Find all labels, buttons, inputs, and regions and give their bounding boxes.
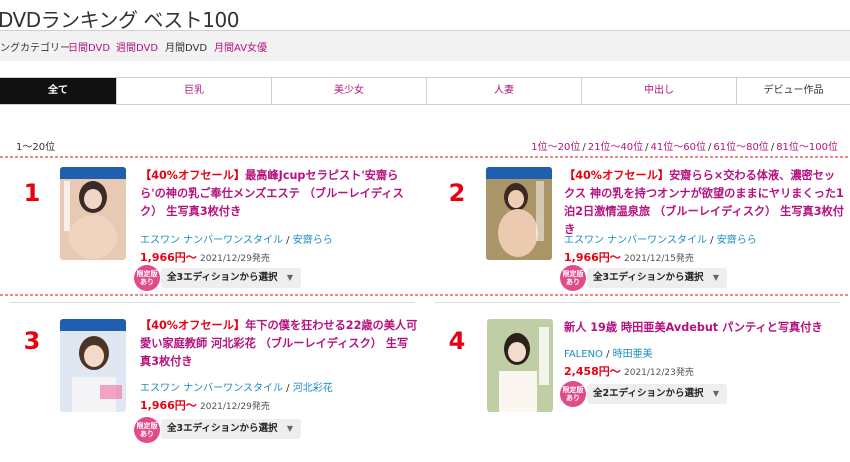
sale-label: 【40%オフセール】	[140, 169, 246, 182]
maker-line: エスワン ナンバーワンスタイル / 安齋らら	[140, 235, 333, 246]
chevron-down-icon: ▼	[712, 273, 719, 282]
cover-image[interactable]	[60, 167, 126, 260]
maker-line: エスワン ナンバーワンスタイル / 安齋らら	[564, 235, 757, 246]
item-title[interactable]: 【40%オフセール】最高峰Jcupセラピスト'安齋らら'の神の乳ご奉仕メンズエス…	[140, 167, 418, 221]
rank-number: 3	[23, 327, 41, 355]
edition-select-label: 全3エディションから選択	[167, 272, 278, 283]
limited-edition-badge: 限定版 あり	[560, 265, 586, 291]
edition-select[interactable]: 全2エディションから選択 ▼	[587, 384, 727, 404]
sale-label: 【40%オフセール】	[564, 169, 670, 182]
cover-image[interactable]	[487, 319, 553, 412]
chevron-down-icon: ▼	[712, 389, 719, 398]
tab-debut[interactable]: デビュー作品	[736, 78, 850, 104]
maker-link[interactable]: エスワン ナンバーワンスタイル	[140, 235, 283, 246]
edition-select-label: 全3エディションから選択	[167, 423, 278, 434]
chevron-down-icon: ▼	[286, 424, 293, 433]
ranking-item: 2 【40%オフセール】安齋らら×交わる体液、濃密セックス 神の乳を持つオンナが…	[425, 167, 845, 312]
page-link-41-60[interactable]: 41位～60位	[651, 142, 706, 153]
tab-big-breasts[interactable]: 巨乳	[116, 78, 271, 104]
price: 1,966円～	[140, 251, 197, 264]
page-link-61-80[interactable]: 61位～80位	[713, 142, 768, 153]
edition-select-label: 全2エディションから選択	[593, 388, 704, 399]
tab-creampie[interactable]: 中出し	[581, 78, 736, 104]
maker-line: FALENO / 時田亜美	[564, 349, 653, 360]
page-link-21-40[interactable]: 21位～40位	[588, 142, 643, 153]
actress-link[interactable]: 安齋らら	[293, 235, 333, 246]
maker-line: エスワン ナンバーワンスタイル / 河北彩花	[140, 383, 333, 394]
rank-number: 1	[23, 179, 41, 207]
edition-select[interactable]: 全3エディションから選択 ▼	[587, 268, 727, 288]
ranking-item: 4 新人 19歳 時田亜美Avdebut パンティと写真付き FALENO / …	[425, 317, 845, 462]
release-date: 2021/12/23発売	[624, 368, 694, 378]
limited-edition-badge: 限定版 あり	[560, 381, 586, 407]
item-title[interactable]: 【40%オフセール】年下の僕を狂わせる22歳の美人可愛い家庭教師 河北彩花 （ブ…	[140, 317, 418, 371]
category-link-weekly-dvd[interactable]: 週間DVD	[116, 39, 158, 54]
category-bar: ングカテゴリー 日間DVD 週間DVD 月間DVD 月間AV女優	[0, 31, 850, 61]
edition-select[interactable]: 全3エディションから選択 ▼	[161, 419, 301, 439]
range-label: 1～20位	[16, 142, 56, 153]
ranking-item: 1 【40%オフセール】最高峰Jcupセラピスト'安齋らら'の神の乳ご奉仕メンズ…	[0, 167, 420, 312]
maker-link[interactable]: エスワン ナンバーワンスタイル	[140, 383, 283, 394]
category-link-daily-dvd[interactable]: 日間DVD	[68, 39, 110, 54]
release-date: 2021/12/29発売	[200, 254, 270, 264]
tab-married-woman[interactable]: 人妻	[426, 78, 581, 104]
item-title[interactable]: 新人 19歳 時田亜美Avdebut パンティと写真付き	[564, 319, 844, 337]
price: 2,458円～	[564, 365, 621, 378]
sale-label: 【40%オフセール】	[140, 319, 246, 332]
maker-link[interactable]: エスワン ナンバーワンスタイル	[564, 235, 707, 246]
maker-link[interactable]: FALENO	[564, 349, 603, 360]
item-title-text[interactable]: 新人 19歳 時田亜美Avdebut パンティと写真付き	[564, 321, 823, 334]
actress-link[interactable]: 安齋らら	[717, 235, 757, 246]
actress-link[interactable]: 時田亜美	[613, 349, 653, 360]
pagination: 1位～20位/21位～40位/41位～60位/61位～80位/81位～100位	[531, 142, 838, 153]
genre-tabs: 全て 巨乳 美少女 人妻 中出し デビュー作品	[0, 77, 850, 105]
page-title: DVDランキング ベスト100	[0, 8, 239, 32]
category-label: ングカテゴリー	[0, 43, 70, 54]
item-title[interactable]: 【40%オフセール】安齋らら×交わる体液、濃密セックス 神の乳を持つオンナが欲望…	[564, 167, 844, 239]
category-link-monthly-actress[interactable]: 月間AV女優	[214, 39, 267, 54]
release-date: 2021/12/15発売	[624, 254, 694, 264]
release-date: 2021/12/29発売	[200, 402, 270, 412]
edition-select[interactable]: 全3エディションから選択 ▼	[161, 268, 301, 288]
price: 1,966円～	[564, 251, 621, 264]
chevron-down-icon: ▼	[286, 273, 293, 282]
tab-beautiful-girl[interactable]: 美少女	[271, 78, 426, 104]
limited-edition-badge: 限定版 あり	[134, 265, 160, 291]
actress-link[interactable]: 河北彩花	[293, 383, 333, 394]
limited-edition-badge: 限定版 あり	[134, 417, 160, 443]
page-link-81-100[interactable]: 81位～100位	[776, 142, 838, 153]
rank-number: 4	[448, 327, 466, 355]
cover-image[interactable]	[60, 319, 126, 412]
divider	[0, 156, 850, 158]
price: 1,966円～	[140, 399, 197, 412]
rank-number: 2	[448, 179, 466, 207]
cover-image[interactable]	[486, 167, 552, 260]
category-link-monthly-dvd[interactable]: 月間DVD	[165, 39, 207, 54]
page-link-1-20[interactable]: 1位～20位	[531, 142, 580, 153]
tab-all[interactable]: 全て	[0, 78, 116, 104]
ranking-item: 3 【40%オフセール】年下の僕を狂わせる22歳の美人可愛い家庭教師 河北彩花 …	[0, 317, 420, 462]
edition-select-label: 全3エディションから選択	[593, 272, 704, 283]
